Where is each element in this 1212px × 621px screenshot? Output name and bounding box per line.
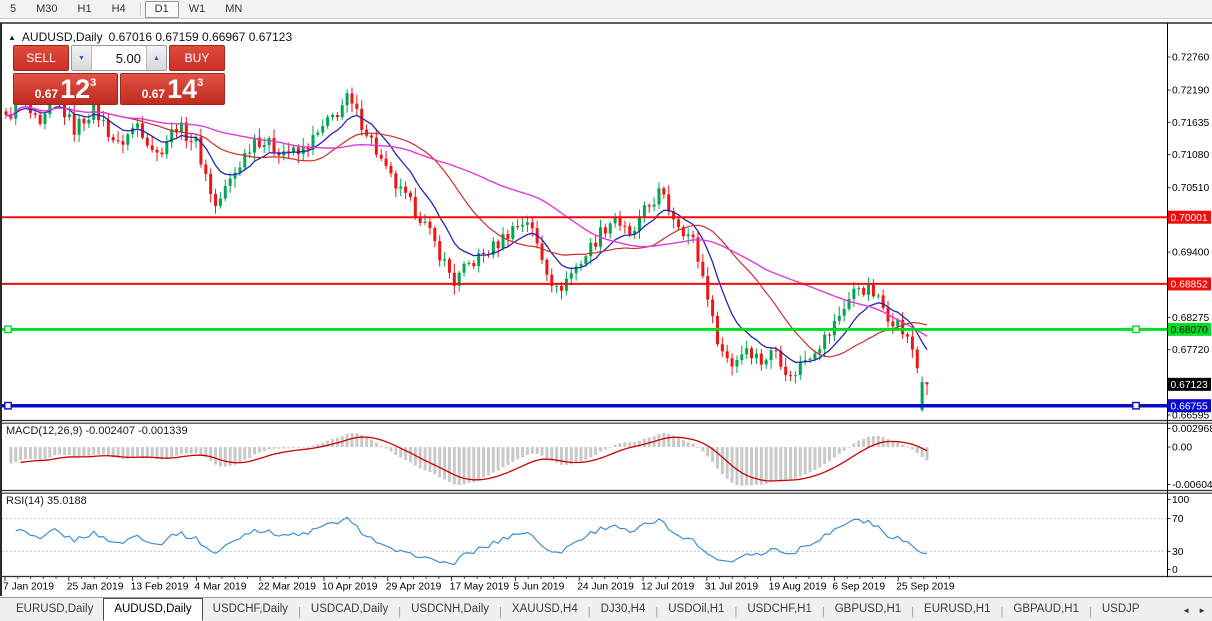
sell-button[interactable]: SELL — [13, 45, 69, 71]
moving-average-sma48 — [6, 107, 927, 337]
timeframe-h4-button[interactable]: H4 — [102, 1, 136, 18]
chart-title: ▲ AUDUSD,Daily 0.67016 0.67159 0.66967 0… — [8, 30, 292, 44]
rsi-axis-label: 0 — [1172, 565, 1178, 576]
tab-audusd-daily[interactable]: AUDUSD,Daily — [103, 598, 202, 621]
timeframe-mn-button[interactable]: MN — [215, 1, 252, 18]
timeframe-d1-button[interactable]: D1 — [145, 1, 179, 18]
date-axis-label: 12 Jul 2019 — [641, 582, 695, 593]
macd-signal-value: -0.001339 — [138, 425, 188, 437]
timeframe-h1-button[interactable]: H1 — [68, 1, 102, 18]
line-handle — [1133, 326, 1139, 332]
date-axis-label: 4 Mar 2019 — [194, 582, 246, 593]
tab-gbpaud-h1[interactable]: GBPAUD,H1 — [1003, 600, 1089, 621]
sell-price-pips: 12 — [60, 76, 90, 102]
chevron-down-icon: ▼ — [78, 55, 85, 62]
price-tick-label: 0.71080 — [1172, 150, 1209, 161]
date-axis-label: 31 Jul 2019 — [705, 582, 759, 593]
price-badge-0.68852-text: 0.68852 — [1171, 280, 1208, 291]
price-tick-label: 0.67720 — [1172, 345, 1209, 356]
timeframe-toolbar: 5M30H1H4 D1W1MN — [0, 0, 1212, 19]
volume-input[interactable]: 5.00 — [92, 46, 146, 70]
macd-main-value: -0.002407 — [85, 425, 135, 437]
one-click-trade-panel: SELL ▼ 5.00 ▲ BUY 0.67 12 3 — [13, 45, 225, 105]
chart-tabs-bar: EURUSD,DailyAUDUSD,DailyUSDCHF,Daily|USD… — [0, 597, 1212, 621]
tab-dj30-h4[interactable]: DJ30,H4 — [591, 600, 656, 621]
chart-left-border — [0, 23, 2, 596]
date-axis-label: 17 May 2019 — [450, 582, 510, 593]
line-handle — [1133, 403, 1139, 409]
date-axis-label: 24 Jun 2019 — [577, 582, 634, 593]
chart-ohlc-values: 0.67016 0.67159 0.66967 0.67123 — [109, 30, 293, 44]
rsi-axis-label: 30 — [1172, 547, 1184, 558]
chart-symbol-label: AUDUSD,Daily — [22, 30, 103, 44]
line-handle — [5, 326, 11, 332]
buy-price-panel[interactable]: 0.67 14 3 — [120, 73, 225, 105]
tab-eurusd-h1[interactable]: EURUSD,H1 — [914, 600, 1000, 621]
price-tick-label: 0.72190 — [1172, 86, 1209, 97]
sell-price-point: 3 — [90, 77, 96, 89]
buy-price-prefix: 0.67 — [142, 87, 165, 101]
tab-usdoil-h1[interactable]: USDOil,H1 — [658, 600, 734, 621]
volume-decrease-button[interactable]: ▼ — [72, 46, 92, 70]
date-axis-label: 22 Mar 2019 — [258, 582, 316, 593]
tab-xauusd-h4[interactable]: XAUUSD,H4 — [502, 600, 588, 621]
tab-usdcnh-daily[interactable]: USDCNH,Daily — [401, 600, 499, 621]
volume-increase-button[interactable]: ▲ — [146, 46, 166, 70]
collapse-triangle-icon[interactable]: ▲ — [8, 33, 16, 42]
buy-button[interactable]: BUY — [169, 45, 225, 71]
macd-indicator-label: MACD(12,26,9) -0.002407 -0.001339 — [6, 425, 188, 437]
price-tick-label: 0.72760 — [1172, 53, 1209, 64]
sell-price-prefix: 0.67 — [35, 87, 58, 101]
date-axis-label: 5 Jun 2019 — [513, 582, 564, 593]
price-tick-label: 0.71635 — [1172, 118, 1209, 129]
buy-price-point: 3 — [197, 77, 203, 89]
date-axis-label: 6 Sep 2019 — [832, 582, 885, 593]
tab-usdcad-daily[interactable]: USDCAD,Daily — [301, 600, 398, 621]
date-axis-label: 19 Aug 2019 — [769, 582, 827, 593]
scroll-left-icon[interactable]: ◄ — [1182, 606, 1190, 615]
date-axis-label: 10 Apr 2019 — [322, 582, 378, 593]
date-axis-label: 13 Feb 2019 — [131, 582, 189, 593]
macd-axis-label: 0.00 — [1172, 443, 1192, 454]
price-badge-0.70001-text: 0.70001 — [1171, 213, 1208, 224]
date-axis-label: 25 Sep 2019 — [896, 582, 955, 593]
tab-usdjp[interactable]: USDJP — [1092, 600, 1150, 621]
rsi-line — [16, 517, 927, 564]
sell-price-panel[interactable]: 0.67 12 3 — [13, 73, 118, 105]
price-tick-label: 0.70510 — [1172, 183, 1209, 194]
price-chart-canvas[interactable]: 0.727600.721900.716350.710800.705100.699… — [0, 20, 1212, 597]
timeframe-5-button[interactable]: 5 — [0, 1, 26, 18]
line-handle — [5, 403, 11, 409]
price-badge-0.66755-text: 0.66755 — [1171, 401, 1208, 412]
price-tick-label: 0.68275 — [1172, 313, 1209, 324]
date-axis-label: 7 Jan 2019 — [3, 582, 54, 593]
price-badge-0.68070-text: 0.68070 — [1171, 325, 1208, 336]
rsi-axis-label: 70 — [1172, 514, 1184, 525]
tab-eurusd-daily[interactable]: EURUSD,Daily — [6, 600, 103, 621]
rsi-indicator-label: RSI(14) 35.0188 — [6, 495, 87, 507]
tab-gbpusd-h1[interactable]: GBPUSD,H1 — [825, 600, 911, 621]
tab-scroll-arrows: ◄ ► — [1179, 598, 1209, 621]
timeframe-m30-button[interactable]: M30 — [26, 1, 67, 18]
tab-usdchf-daily[interactable]: USDCHF,Daily — [203, 600, 298, 621]
rsi-value: 35.0188 — [47, 495, 87, 507]
macd-axis-label: -0.006047 — [1172, 480, 1212, 491]
rsi-axis-label: 100 — [1172, 495, 1189, 506]
price-tick-label: 0.69400 — [1172, 248, 1209, 259]
date-axis-label: 29 Apr 2019 — [386, 582, 442, 593]
buy-price-pips: 14 — [167, 76, 197, 102]
volume-spinner: ▼ 5.00 ▲ — [71, 45, 167, 71]
macd-axis-label: 0.002968 — [1172, 424, 1212, 435]
moving-average-sma24 — [6, 107, 927, 357]
scroll-right-icon[interactable]: ► — [1198, 606, 1206, 615]
timeframe-w1-button[interactable]: W1 — [179, 1, 216, 18]
tab-usdchf-h1[interactable]: USDCHF,H1 — [737, 600, 822, 621]
chevron-up-icon: ▲ — [153, 55, 160, 62]
current-price-badge-text: 0.67123 — [1171, 380, 1208, 391]
chart-window[interactable]: 0.727600.721900.716350.710800.705100.699… — [0, 20, 1212, 597]
date-axis-label: 25 Jan 2019 — [67, 582, 124, 593]
metatrader-window: 5M30H1H4 D1W1MN 0.72760 0.72190 0.71635 0.71… — [0, 0, 1212, 621]
toolbar-separator — [140, 3, 141, 16]
